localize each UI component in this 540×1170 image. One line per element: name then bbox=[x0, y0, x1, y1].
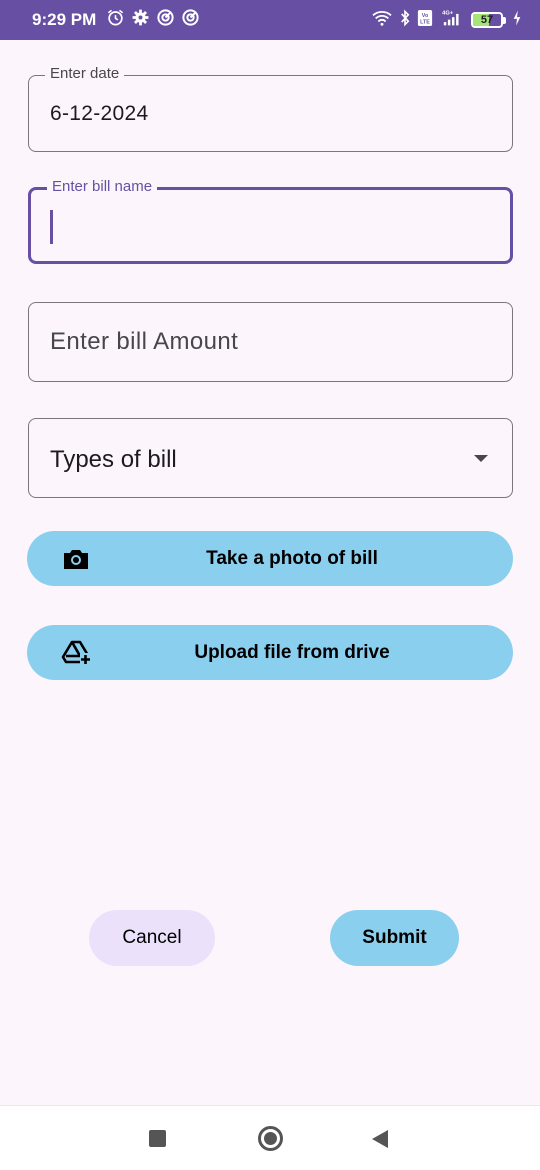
status-time: 9:29 PM bbox=[32, 10, 97, 29]
charging-icon bbox=[512, 9, 522, 32]
bill-name-field[interactable]: Enter bill name bbox=[28, 178, 513, 264]
battery-level: 57 bbox=[480, 14, 494, 26]
bill-type-selected: Types of bill bbox=[50, 446, 177, 473]
signal-icon: 4G+ bbox=[439, 9, 465, 32]
navigation-bar bbox=[0, 1105, 540, 1170]
bill-amount-placeholder: Enter bill Amount bbox=[50, 328, 239, 355]
text-cursor bbox=[50, 210, 53, 244]
gear-icon bbox=[131, 8, 150, 32]
recent-apps-icon[interactable] bbox=[149, 1130, 166, 1147]
svg-text:Vo: Vo bbox=[422, 13, 429, 19]
circle-app-icon bbox=[156, 8, 175, 32]
status-left-icons bbox=[106, 8, 200, 32]
date-field[interactable]: Enter date 6-12-2024 bbox=[28, 65, 513, 152]
bluetooth-icon bbox=[399, 8, 411, 32]
alarm-icon bbox=[106, 8, 125, 32]
status-bar: 9:29 PM Vo LTE 4G+ 57 bbox=[0, 0, 540, 40]
chevron-down-icon[interactable] bbox=[474, 455, 488, 462]
take-photo-button[interactable]: Take a photo of bill bbox=[27, 531, 513, 586]
battery-icon: 57 bbox=[471, 12, 506, 28]
cancel-button[interactable]: Cancel bbox=[89, 910, 215, 966]
wifi-icon bbox=[371, 9, 393, 32]
bill-amount-field[interactable]: Enter bill Amount bbox=[28, 302, 513, 382]
svg-text:LTE: LTE bbox=[420, 19, 430, 25]
volte-icon: Vo LTE bbox=[417, 9, 433, 32]
date-field-label: Enter date bbox=[45, 65, 125, 82]
submit-button[interactable]: Submit bbox=[330, 910, 459, 966]
bill-name-field-label: Enter bill name bbox=[47, 178, 158, 195]
upload-drive-button[interactable]: Upload file from drive bbox=[27, 625, 513, 680]
svg-text:4G+: 4G+ bbox=[442, 10, 454, 16]
bill-type-dropdown[interactable]: Types of bill bbox=[28, 418, 513, 498]
take-photo-label: Take a photo of bill bbox=[206, 548, 378, 569]
date-field-value: 6-12-2024 bbox=[50, 102, 149, 125]
circle-app-icon bbox=[181, 8, 200, 32]
upload-drive-label: Upload file from drive bbox=[194, 642, 390, 663]
home-icon[interactable] bbox=[258, 1126, 283, 1151]
status-right-icons: Vo LTE 4G+ 57 bbox=[371, 8, 522, 32]
back-icon[interactable] bbox=[372, 1130, 388, 1148]
